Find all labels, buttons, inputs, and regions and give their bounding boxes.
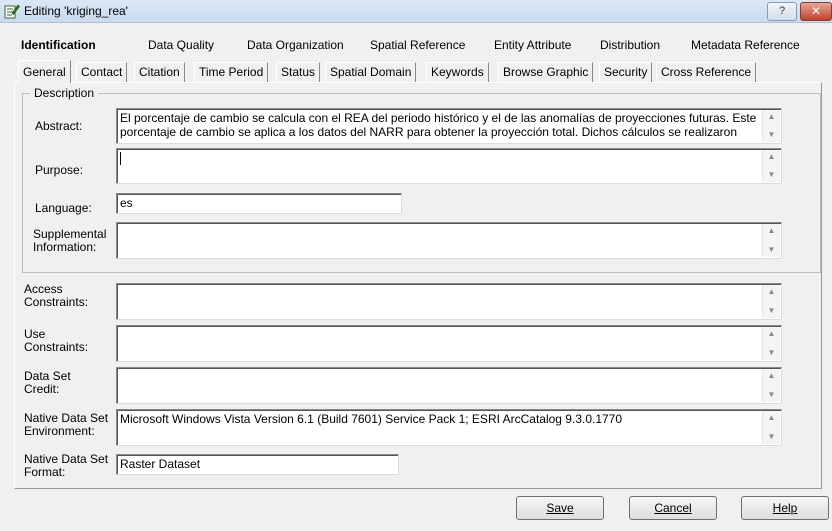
subtab-keywords[interactable]: Keywords bbox=[426, 62, 489, 82]
subtab-browse-graphic[interactable]: Browse Graphic bbox=[498, 62, 594, 82]
window-title: Editing 'kriging_rea' bbox=[24, 4, 128, 18]
tab-metadata-reference[interactable]: Metadata Reference bbox=[691, 38, 800, 52]
tab-data-organization[interactable]: Data Organization bbox=[247, 38, 344, 52]
supplemental-scrollbar[interactable]: ▲ ▼ bbox=[762, 224, 780, 257]
format-text: Raster Dataset bbox=[120, 457, 201, 471]
scroll-up-icon[interactable]: ▲ bbox=[763, 150, 780, 164]
scroll-up-icon[interactable]: ▲ bbox=[763, 327, 780, 341]
scroll-up-icon[interactable]: ▲ bbox=[763, 110, 780, 124]
close-button[interactable]: ✕ bbox=[800, 2, 832, 21]
subtab-cross-reference[interactable]: Cross Reference bbox=[656, 62, 757, 82]
tab-spatial-reference[interactable]: Spatial Reference bbox=[370, 38, 465, 52]
subtab-time-period[interactable]: Time Period bbox=[194, 62, 269, 82]
scroll-down-icon[interactable]: ▼ bbox=[763, 128, 780, 142]
subtab-status[interactable]: Status bbox=[276, 62, 321, 82]
save-button-label: Save bbox=[546, 501, 574, 515]
purpose-label: Purpose: bbox=[35, 163, 84, 177]
cancel-button-label: Cancel bbox=[654, 501, 692, 515]
environment-field[interactable]: Microsoft Windows Vista Version 6.1 (Bui… bbox=[116, 409, 782, 446]
subtab-contact[interactable]: Contact bbox=[76, 62, 128, 82]
purpose-field[interactable]: ▲ ▼ bbox=[116, 148, 782, 184]
supplemental-info-field[interactable]: ▲ ▼ bbox=[116, 222, 782, 259]
subtab-security[interactable]: Security bbox=[599, 62, 653, 82]
language-text: es bbox=[120, 196, 133, 210]
editing-window: Editing 'kriging_rea' ? ✕ Identification… bbox=[0, 0, 832, 531]
help-icon: ? bbox=[778, 5, 786, 17]
access-constraints-label-line2: Constraints: bbox=[24, 295, 89, 309]
subtab-spatial-domain[interactable]: Spatial Domain bbox=[325, 62, 417, 82]
access-constraints-field[interactable]: ▲ ▼ bbox=[116, 283, 782, 320]
scroll-up-icon[interactable]: ▲ bbox=[763, 224, 780, 238]
use-scrollbar[interactable]: ▲ ▼ bbox=[762, 327, 780, 360]
title-bar[interactable]: Editing 'kriging_rea' ? ✕ bbox=[0, 0, 832, 23]
help-title-button[interactable]: ? bbox=[767, 2, 797, 21]
scroll-down-icon[interactable]: ▼ bbox=[763, 346, 780, 360]
use-constraints-field[interactable]: ▲ ▼ bbox=[116, 325, 782, 362]
help-button[interactable]: Help bbox=[741, 496, 829, 520]
environment-text: Microsoft Windows Vista Version 6.1 (Bui… bbox=[120, 412, 623, 426]
language-label: Language: bbox=[35, 201, 92, 215]
scroll-down-icon[interactable]: ▼ bbox=[763, 388, 780, 402]
scroll-up-icon[interactable]: ▲ bbox=[763, 369, 780, 383]
format-label-line2: Format: bbox=[24, 465, 66, 479]
abstract-scrollbar[interactable]: ▲ ▼ bbox=[762, 110, 780, 142]
supplemental-label-line2: Information: bbox=[33, 240, 97, 254]
format-field[interactable]: Raster Dataset bbox=[116, 454, 399, 475]
data-set-credit-field[interactable]: ▲ ▼ bbox=[116, 367, 782, 404]
purpose-scrollbar[interactable]: ▲ ▼ bbox=[762, 150, 780, 182]
environment-scrollbar[interactable]: ▲ ▼ bbox=[762, 411, 780, 444]
scroll-up-icon[interactable]: ▲ bbox=[763, 285, 780, 299]
tab-identification[interactable]: Identification bbox=[21, 38, 96, 52]
description-group-label: Description bbox=[30, 86, 99, 100]
text-caret bbox=[120, 152, 121, 166]
tab-entity-attribute[interactable]: Entity Attribute bbox=[494, 38, 571, 52]
help-button-label: Help bbox=[772, 501, 798, 515]
save-button[interactable]: Save bbox=[516, 496, 604, 520]
scroll-down-icon[interactable]: ▼ bbox=[763, 243, 780, 257]
scroll-up-icon[interactable]: ▲ bbox=[763, 411, 780, 425]
scroll-down-icon[interactable]: ▼ bbox=[763, 430, 780, 444]
environment-label-line2: Environment: bbox=[24, 424, 95, 438]
abstract-label: Abstract: bbox=[35, 119, 83, 133]
use-constraints-label-line2: Constraints: bbox=[24, 340, 89, 354]
access-scrollbar[interactable]: ▲ ▼ bbox=[762, 285, 780, 318]
scroll-down-icon[interactable]: ▼ bbox=[763, 304, 780, 318]
cancel-button[interactable]: Cancel bbox=[629, 496, 717, 520]
subtab-citation[interactable]: Citation bbox=[134, 62, 185, 82]
abstract-text: El porcentaje de cambio se calcula con e… bbox=[120, 111, 757, 139]
abstract-field[interactable]: El porcentaje de cambio se calcula con e… bbox=[116, 108, 782, 144]
edit-document-icon bbox=[4, 4, 20, 19]
tab-data-quality[interactable]: Data Quality bbox=[148, 38, 214, 52]
language-field[interactable]: es bbox=[116, 193, 402, 214]
scroll-down-icon[interactable]: ▼ bbox=[763, 168, 780, 182]
tab-distribution[interactable]: Distribution bbox=[600, 38, 660, 52]
close-icon: ✕ bbox=[810, 4, 822, 18]
credit-label-line2: Credit: bbox=[24, 382, 60, 396]
credit-scrollbar[interactable]: ▲ ▼ bbox=[762, 369, 780, 402]
subtab-general[interactable]: General bbox=[18, 60, 71, 83]
